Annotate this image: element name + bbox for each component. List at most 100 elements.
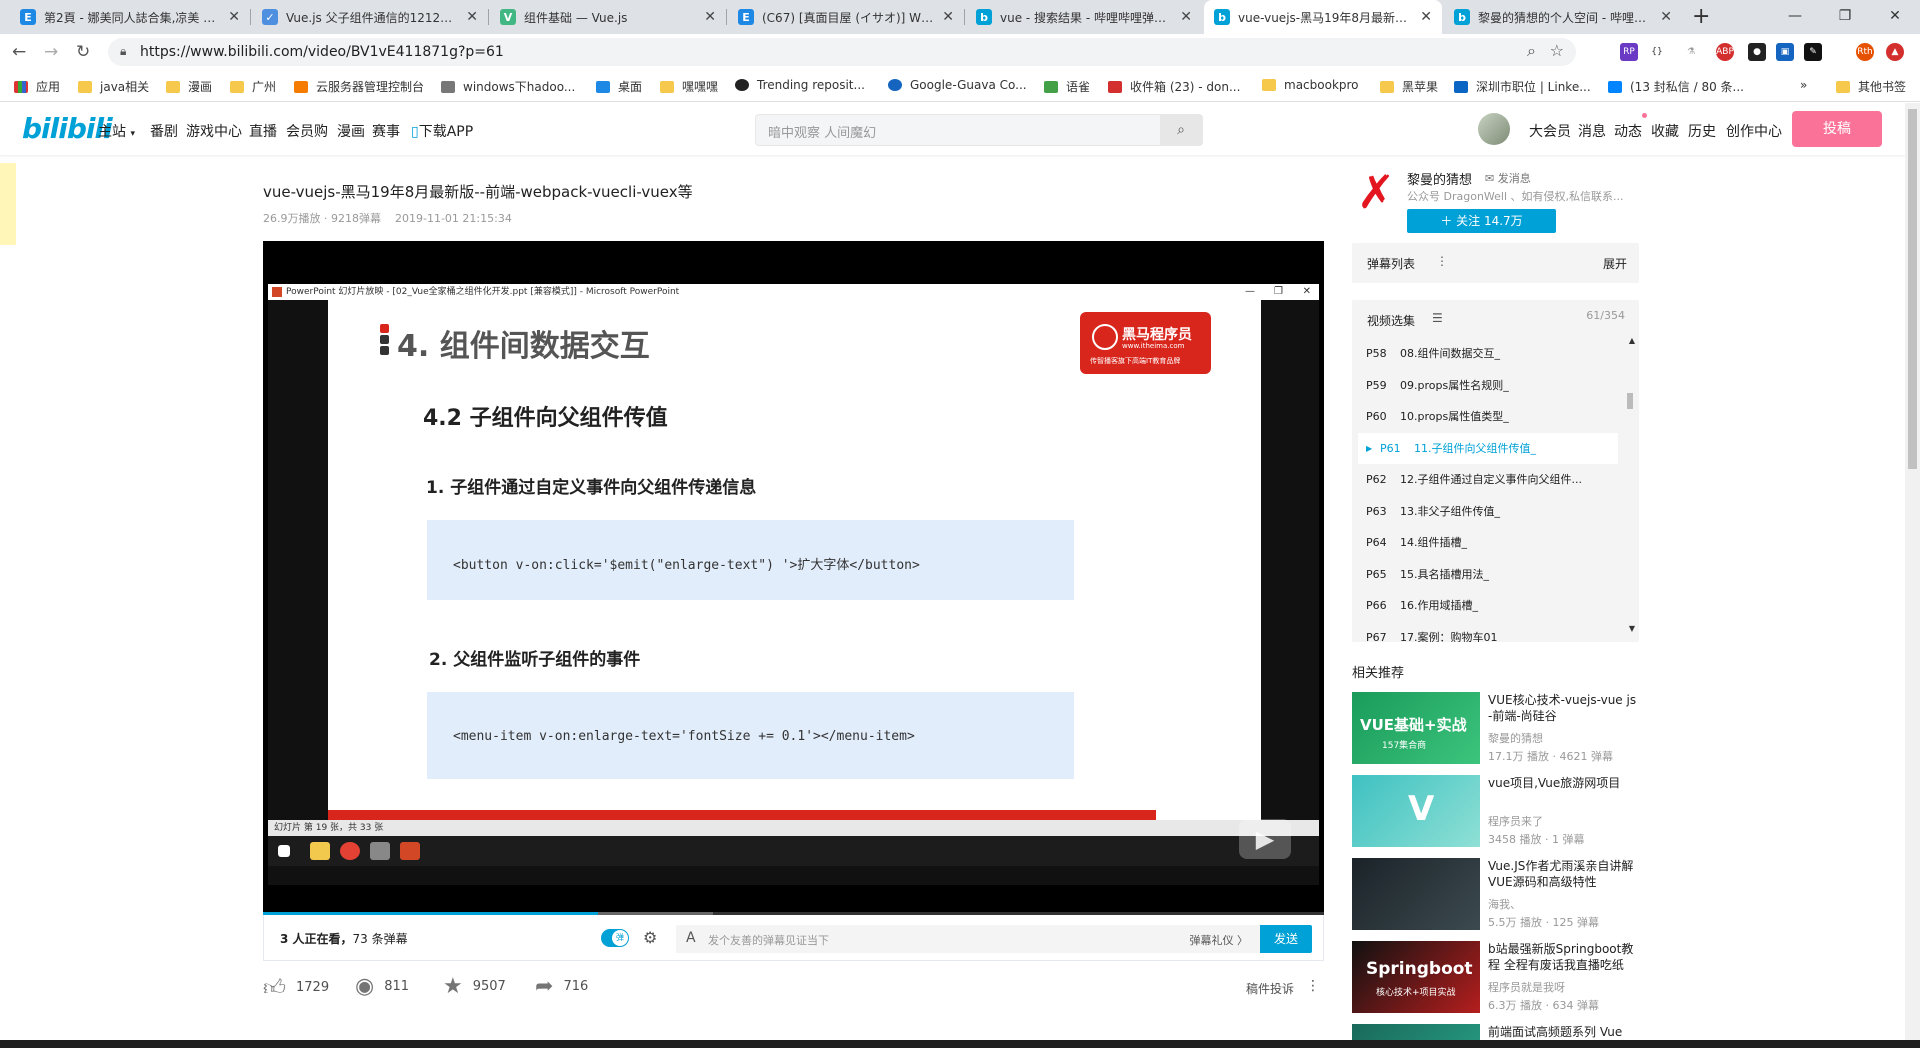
bookmark-folder[interactable]: 广州 xyxy=(230,78,276,95)
nav-live[interactable]: 直播 xyxy=(249,121,277,141)
avatar[interactable] xyxy=(1478,113,1510,145)
nav-vip[interactable]: 大会员 xyxy=(1529,121,1571,141)
list-item[interactable]: P64 14.组件插槽_ xyxy=(1358,527,1618,559)
reload-icon[interactable]: ↻ xyxy=(76,42,90,62)
nav-history[interactable]: 历史 xyxy=(1688,121,1716,141)
danmaku-toggle[interactable] xyxy=(601,929,629,947)
new-tab-icon[interactable]: + xyxy=(1692,4,1710,29)
extension-icon[interactable]: ▲ xyxy=(1886,43,1904,61)
extension-icon[interactable]: ▣ xyxy=(1776,43,1794,61)
more-icon[interactable]: ⋮ xyxy=(1306,978,1320,994)
report-link[interactable]: 稿件投诉 xyxy=(1246,980,1294,997)
related-video[interactable]: Vue.JS作者尤雨溪亲自讲解VUE源码和高级特性 海我、 5.5万 播放 · … xyxy=(1352,858,1642,934)
upload-button[interactable]: 投稿 xyxy=(1792,111,1882,147)
scroll-down-icon[interactable]: ▼ xyxy=(1629,624,1635,633)
nav-messages[interactable]: 消息 xyxy=(1578,121,1606,141)
list-item[interactable]: P62 12.子组件通过自定义事件向父组件... xyxy=(1358,464,1618,496)
search-input[interactable]: 暗中观察 人间魔幻 xyxy=(768,122,876,141)
chevron-right-icon[interactable]: » xyxy=(1800,78,1807,92)
send-message-link[interactable]: ✉ 发消息 xyxy=(1485,170,1531,186)
bookmark-folder-other[interactable]: 其他书签 xyxy=(1836,78,1906,95)
bookmark-apps[interactable]: 应用 xyxy=(14,78,60,95)
share-button[interactable]: ➦ 716 xyxy=(535,974,588,999)
close-icon[interactable]: ✕ xyxy=(1660,9,1672,25)
bookmark-link[interactable]: (13 封私信 / 80 条... xyxy=(1608,78,1744,95)
nav-main[interactable]: 主站 ▾ xyxy=(98,121,135,141)
close-icon[interactable]: ✕ xyxy=(1180,9,1192,25)
bookmark-link[interactable]: 云服务器管理控制台 xyxy=(294,78,424,95)
zoom-icon[interactable]: ⌕ xyxy=(1527,41,1536,61)
browser-tab[interactable]: E (C67) [真面目屋 (イサオ)] Whea... ✕ xyxy=(728,0,964,34)
like-button[interactable]: 👍︎ 1729 xyxy=(263,974,329,1001)
browser-tab[interactable]: b 黎曼的猜想的个人空间 - 哔哩哔哩... ✕ xyxy=(1444,0,1682,34)
bookmark-folder[interactable]: 漫画 xyxy=(166,78,212,95)
scrollbar-thumb[interactable] xyxy=(1627,393,1633,409)
list-item[interactable]: P59 09.props属性名规则_ xyxy=(1358,370,1618,402)
extension-icon[interactable]: ✎ xyxy=(1804,43,1822,61)
coin-button[interactable]: ◉ 811 xyxy=(355,974,409,999)
bookmark-star-icon[interactable]: ☆ xyxy=(1550,41,1564,60)
expand-link[interactable]: 展开 xyxy=(1603,255,1627,272)
side-float-tab[interactable] xyxy=(0,163,16,245)
text-style-icon[interactable]: A xyxy=(686,930,696,946)
video-thumbnail[interactable]: VUE基础+实战 157集合商 xyxy=(1352,692,1480,764)
related-video[interactable]: 前端面试高频题系列 Vue xyxy=(1352,1024,1642,1040)
scrollbar-thumb[interactable] xyxy=(1908,109,1917,469)
nav-dynamic[interactable]: 动态 xyxy=(1614,121,1642,141)
bookmark-link[interactable]: windows下hadoo... xyxy=(441,78,575,95)
nav-manga[interactable]: 漫画 xyxy=(337,121,365,141)
related-video[interactable]: VUE基础+实战 157集合商 VUE核心技术-vuejs-vue js -前端… xyxy=(1352,692,1642,768)
danmaku-list-panel[interactable]: 弹幕列表 ⋮ 展开 xyxy=(1352,243,1639,283)
browser-tab[interactable]: b vue - 搜索结果 - 哔哩哔哩弹幕视... ✕ xyxy=(966,0,1202,34)
bookmark-link[interactable]: 语雀 xyxy=(1044,78,1090,95)
bookmark-link[interactable]: 桌面 xyxy=(596,78,642,95)
related-video[interactable]: Springboot 核心技术+项目实战 b站最强新版Springboot教程 … xyxy=(1352,941,1642,1017)
more-icon[interactable]: ⋮ xyxy=(1436,254,1448,268)
search-icon[interactable]: ⌕ xyxy=(1160,115,1202,145)
extension-icon[interactable]: RP xyxy=(1620,43,1638,61)
list-item[interactable]: P63 13.非父子组件传值_ xyxy=(1358,496,1618,528)
close-icon[interactable]: ✕ xyxy=(704,9,716,25)
back-icon[interactable]: ← xyxy=(12,42,26,62)
nav-bangumi[interactable]: 番剧 xyxy=(150,121,178,141)
extension-icon[interactable]: ● xyxy=(1748,43,1766,61)
close-window-icon[interactable]: ✕ xyxy=(1870,0,1920,34)
page-scrollbar[interactable] xyxy=(1905,103,1920,1040)
maximize-icon[interactable]: ❐ xyxy=(1820,0,1870,34)
favorite-button[interactable]: ★ 9507 xyxy=(443,974,506,999)
close-icon[interactable]: ✕ xyxy=(466,9,478,25)
scroll-up-icon[interactable]: ▲ xyxy=(1629,336,1635,345)
related-video[interactable]: V vue项目,Vue旅游网项目 程序员来了 3458 播放 · 1 弹幕 xyxy=(1352,775,1642,851)
bookmark-link[interactable]: 收件箱 (23) - don... xyxy=(1108,78,1240,95)
list-item-current[interactable]: P6111.子组件向父组件传值_ xyxy=(1358,432,1618,464)
list-item[interactable]: P67 17.案例：购物车01 xyxy=(1358,622,1618,643)
nav-mall[interactable]: 会员购 xyxy=(286,121,328,141)
play-icon[interactable]: ▶ xyxy=(1239,819,1291,859)
extension-icon[interactable]: Rth xyxy=(1856,43,1874,61)
uploader-avatar[interactable]: ✗ xyxy=(1354,169,1398,215)
extension-icon[interactable]: ⚗ xyxy=(1682,43,1700,61)
adblock-icon[interactable]: ABP xyxy=(1716,43,1734,61)
video-thumbnail[interactable] xyxy=(1352,858,1480,930)
search-box[interactable]: 暗中观察 人间魔幻 ⌕ xyxy=(755,114,1203,146)
bookmark-link[interactable]: 深圳市职位 | Linke... xyxy=(1454,78,1591,95)
list-item[interactable]: P65 15.具名插槽用法_ xyxy=(1358,559,1618,591)
danmaku-etiquette-link[interactable]: 弹幕礼仪 〉 xyxy=(1190,932,1249,948)
nav-download-app[interactable]: ▯下载APP xyxy=(411,121,473,141)
close-icon[interactable]: ✕ xyxy=(1420,9,1432,25)
video-thumbnail[interactable] xyxy=(1352,1024,1480,1040)
forward-icon[interactable]: → xyxy=(44,42,58,62)
browser-tab[interactable]: E 第2頁 - 娜美同人誌合集,凉美 H... ✕ xyxy=(10,0,250,34)
close-icon[interactable]: ✕ xyxy=(942,9,954,25)
browser-tab-active[interactable]: b vue-vuejs-黑马19年8月最新版--... ✕ xyxy=(1204,0,1442,34)
extension-icon[interactable]: {} xyxy=(1648,43,1666,61)
browser-tab[interactable]: V 组件基础 — Vue.js ✕ xyxy=(490,0,726,34)
video-thumbnail[interactable]: Springboot 核心技术+项目实战 xyxy=(1352,941,1480,1013)
nav-favorites[interactable]: 收藏 xyxy=(1651,121,1679,141)
close-icon[interactable]: ✕ xyxy=(228,9,240,25)
list-item[interactable]: P60 10.props属性值类型_ xyxy=(1358,401,1618,433)
nav-game[interactable]: 游戏中心 xyxy=(186,121,242,141)
video-player[interactable]: PowerPoint 幻灯片放映 - [02_Vue全家桶之组件化开发.ppt … xyxy=(263,241,1324,915)
video-thumbnail[interactable]: V xyxy=(1352,775,1480,847)
minimize-icon[interactable]: — xyxy=(1770,0,1820,34)
